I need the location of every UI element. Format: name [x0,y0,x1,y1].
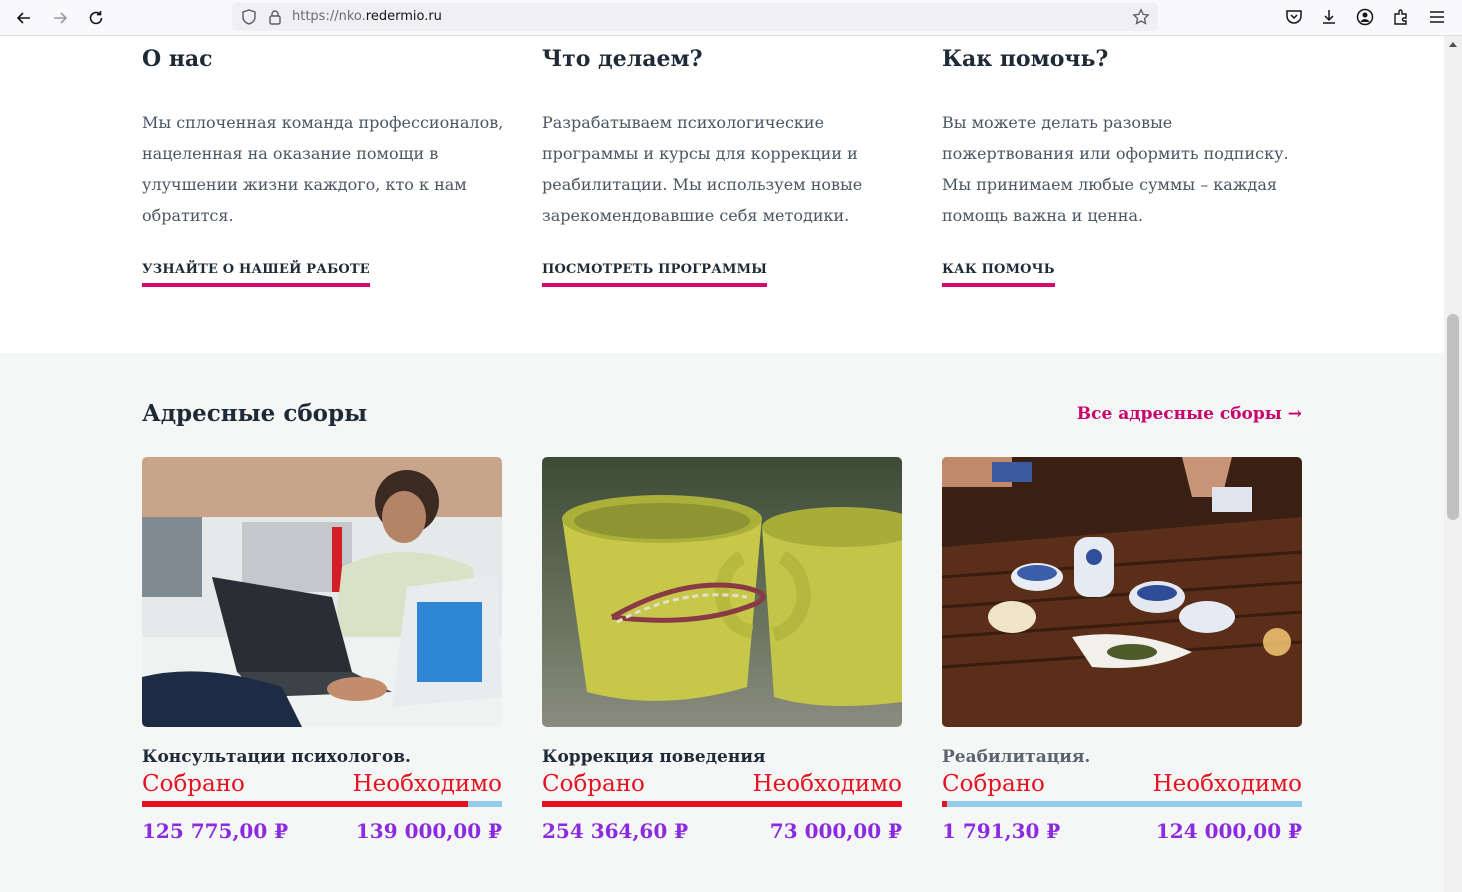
needed-amount: 124 000,00 ₽ [1155,819,1302,843]
page-scrollbar[interactable] [1444,36,1462,892]
url-domain: redermio.ru [365,9,442,24]
back-icon[interactable] [13,7,35,29]
needed-label: Необходимо [752,771,902,797]
card-labels: Собрано Необходимо [942,771,1302,797]
address-bar[interactable]: https://nko.redermio.ru [232,3,1158,31]
url-prefix: https://nko. [292,9,366,24]
section-title: Адресные сборы [142,400,368,427]
progress-fill [142,801,468,807]
all-fundraisers-link[interactable]: Все адресные сборы → [1077,404,1302,424]
fundraiser-card[interactable]: Консультации психологов. Собрано Необход… [142,457,502,843]
info-how-to-help: Как помочь? Вы можете делать разовые пож… [942,44,1304,231]
needed-amount: 139 000,00 ₽ [355,819,502,843]
info-title: Что делаем? [542,46,703,72]
card-image-psychologist[interactable] [142,457,502,727]
card-labels: Собрано Необходимо [142,771,502,797]
menu-icon[interactable] [1427,7,1447,27]
forward-icon[interactable] [49,7,71,29]
collected-amount: 1 791,30 ₽ [942,819,1061,843]
account-icon[interactable] [1355,7,1375,27]
collected-label: Собрано [542,771,645,797]
lock-icon[interactable] [266,8,284,26]
scroll-up-arrow-icon[interactable] [1449,42,1457,47]
needed-amount: 73 000,00 ₽ [769,819,902,843]
info-text: Мы сплоченная команда профессионалов, на… [142,113,504,225]
fundraiser-card[interactable]: Коррекция поведения Собрано Необходимо 2… [542,457,902,843]
card-title: Консультации психологов. [142,747,411,767]
collected-amount: 125 775,00 ₽ [142,819,289,843]
downloads-icon[interactable] [1319,7,1339,27]
info-title: О нас [142,46,213,72]
needed-label: Необходимо [1152,771,1302,797]
card-title: Коррекция поведения [542,747,766,767]
card-labels: Собрано Необходимо [542,771,902,797]
progress-bar [542,801,902,807]
card-image-tea-ceremony[interactable] [942,457,1302,727]
learn-about-work-link[interactable]: УЗНАЙТЕ О НАШЕЙ РАБОТЕ [142,262,370,287]
scrollbar-thumb[interactable] [1447,314,1459,520]
info-text: Разрабатываем психологические программы … [542,113,863,225]
bookmark-star-icon[interactable] [1132,8,1150,26]
needed-label: Необходимо [352,771,502,797]
card-amounts: 125 775,00 ₽ 139 000,00 ₽ [142,819,502,843]
info-title: Как помочь? [942,46,1109,72]
card-image-cups[interactable] [542,457,902,727]
shield-icon[interactable] [240,8,258,26]
collected-label: Собрано [942,771,1045,797]
how-to-help-link[interactable]: КАК ПОМОЧЬ [942,262,1055,287]
extensions-icon[interactable] [1391,7,1411,27]
card-amounts: 254 364,60 ₽ 73 000,00 ₽ [542,819,902,843]
reload-icon[interactable] [85,7,107,29]
card-amounts: 1 791,30 ₽ 124 000,00 ₽ [942,819,1302,843]
view-programs-link[interactable]: ПОСМОТРЕТЬ ПРОГРАММЫ [542,262,768,287]
info-about: О нас Мы сплоченная команда профессионал… [142,44,504,231]
progress-bar [942,801,1302,807]
collected-label: Собрано [142,771,245,797]
pocket-icon[interactable] [1284,7,1304,27]
progress-fill [542,801,902,807]
info-what-we-do: Что делаем? Разрабатываем психологически… [542,44,904,231]
url-text[interactable]: https://nko.redermio.ru [292,9,442,24]
collected-amount: 254 364,60 ₽ [542,819,689,843]
fundraisers-section: Адресные сборы Все адресные сборы → Конс… [0,353,1444,892]
progress-bar [142,801,502,807]
info-text: Вы можете делать разовые пожертвования и… [942,113,1289,225]
card-title: Реабилитация. [942,747,1091,767]
browser-toolbar: https://nko.redermio.ru [0,0,1462,36]
progress-fill [942,801,948,807]
fundraiser-card[interactable]: Реабилитация. Собрано Необходимо 1 791,3… [942,457,1302,843]
